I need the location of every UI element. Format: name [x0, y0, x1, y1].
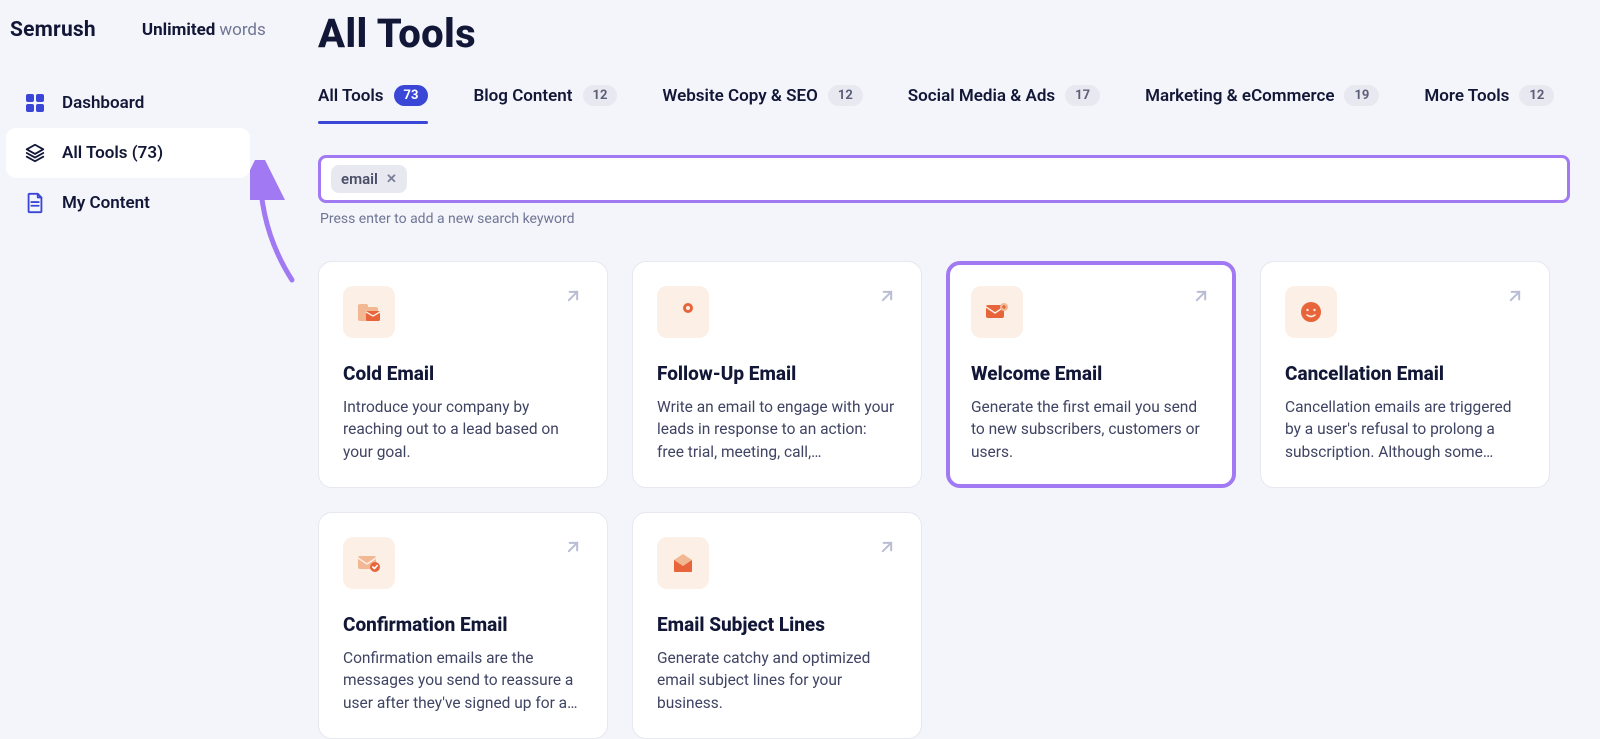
- tab-label: Blog Content: [473, 86, 572, 106]
- tab-count: 73: [394, 85, 429, 106]
- sidebar-item-label: My Content: [62, 193, 150, 213]
- tab-count: 17: [1065, 85, 1100, 106]
- dashboard-icon: [24, 92, 46, 114]
- arrow-up-right-icon: [563, 286, 583, 310]
- card-title: Cancellation Email: [1285, 362, 1525, 386]
- card-title: Email Subject Lines: [657, 613, 897, 637]
- mail-check-icon: [343, 537, 395, 589]
- tab-count: 19: [1344, 85, 1379, 106]
- tab-label: Website Copy & SEO: [662, 86, 817, 106]
- search-input[interactable]: email ✕: [318, 155, 1570, 203]
- arrow-up-right-icon: [877, 537, 897, 561]
- sidebar: Semrush Unlimitedwords Dashboard All Too…: [0, 0, 260, 727]
- search-text-field[interactable]: [407, 165, 1557, 194]
- sidebar-item-label: All Tools (73): [62, 143, 163, 163]
- tab-count: 12: [1519, 85, 1554, 106]
- main-content: All Tools All Tools 73 Blog Content 12 W…: [260, 0, 1600, 727]
- arrow-up-right-icon: [563, 537, 583, 561]
- tab-social-media-ads[interactable]: Social Media & Ads 17: [908, 75, 1100, 124]
- page-title: All Tools: [318, 10, 1570, 57]
- tab-label: Social Media & Ads: [908, 86, 1055, 106]
- tool-card-email-subject-lines[interactable]: Email Subject Lines Generate catchy and …: [632, 512, 922, 739]
- card-title: Welcome Email: [971, 362, 1211, 386]
- tool-tabs: All Tools 73 Blog Content 12 Website Cop…: [318, 75, 1570, 125]
- card-desc: Introduce your company by reaching out t…: [343, 396, 583, 463]
- search-chip-label: email: [341, 170, 378, 188]
- search-hint: Press enter to add a new search keyword: [318, 211, 1570, 227]
- card-desc: Generate the first email you send to new…: [971, 396, 1211, 463]
- tool-card-welcome-email[interactable]: Welcome Email Generate the first email y…: [946, 261, 1236, 488]
- sidebar-item-all-tools[interactable]: All Tools (73): [6, 128, 250, 178]
- tool-card-confirmation-email[interactable]: Confirmation Email Confirmation emails a…: [318, 512, 608, 739]
- reply-target-icon: [657, 286, 709, 338]
- card-title: Confirmation Email: [343, 613, 583, 637]
- tab-label: All Tools: [318, 86, 384, 106]
- search-chip[interactable]: email ✕: [331, 165, 407, 193]
- tools-grid: Cold Email Introduce your company by rea…: [318, 261, 1570, 739]
- arrow-up-right-icon: [1191, 286, 1211, 310]
- document-icon: [24, 192, 46, 214]
- card-title: Cold Email: [343, 362, 583, 386]
- smile-icon: [1285, 286, 1337, 338]
- word-credits: Unlimitedwords: [142, 20, 266, 40]
- tab-label: More Tools: [1424, 86, 1509, 106]
- tab-blog-content[interactable]: Blog Content 12: [473, 75, 617, 124]
- sidebar-item-label: Dashboard: [62, 93, 144, 113]
- tool-card-follow-up-email[interactable]: Follow-Up Email Write an email to engage…: [632, 261, 922, 488]
- tab-website-copy-seo[interactable]: Website Copy & SEO 12: [662, 75, 862, 124]
- tool-card-cancellation-email[interactable]: Cancellation Email Cancellation emails a…: [1260, 261, 1550, 488]
- card-title: Follow-Up Email: [657, 362, 897, 386]
- tab-all-tools[interactable]: All Tools 73: [318, 75, 428, 124]
- folder-mail-icon: [343, 286, 395, 338]
- arrow-up-right-icon: [877, 286, 897, 310]
- mail-plus-icon: [971, 286, 1023, 338]
- tab-label: Marketing & eCommerce: [1145, 86, 1334, 106]
- chip-remove-icon[interactable]: ✕: [386, 172, 397, 187]
- card-desc: Write an email to engage with your leads…: [657, 396, 897, 463]
- card-desc: Generate catchy and optimized email subj…: [657, 647, 897, 714]
- sidebar-item-my-content[interactable]: My Content: [6, 178, 250, 228]
- layers-icon: [24, 142, 46, 164]
- tab-more-tools[interactable]: More Tools 12: [1424, 75, 1554, 124]
- sidebar-item-dashboard[interactable]: Dashboard: [6, 78, 250, 128]
- card-desc: Cancellation emails are triggered by a u…: [1285, 396, 1525, 463]
- arrow-up-right-icon: [1505, 286, 1525, 310]
- tab-count: 12: [828, 85, 863, 106]
- brand-logo: Semrush: [10, 18, 96, 42]
- tool-card-cold-email[interactable]: Cold Email Introduce your company by rea…: [318, 261, 608, 488]
- tab-marketing-ecommerce[interactable]: Marketing & eCommerce 19: [1145, 75, 1379, 124]
- open-mail-icon: [657, 537, 709, 589]
- card-desc: Confirmation emails are the messages you…: [343, 647, 583, 714]
- tab-count: 12: [583, 85, 618, 106]
